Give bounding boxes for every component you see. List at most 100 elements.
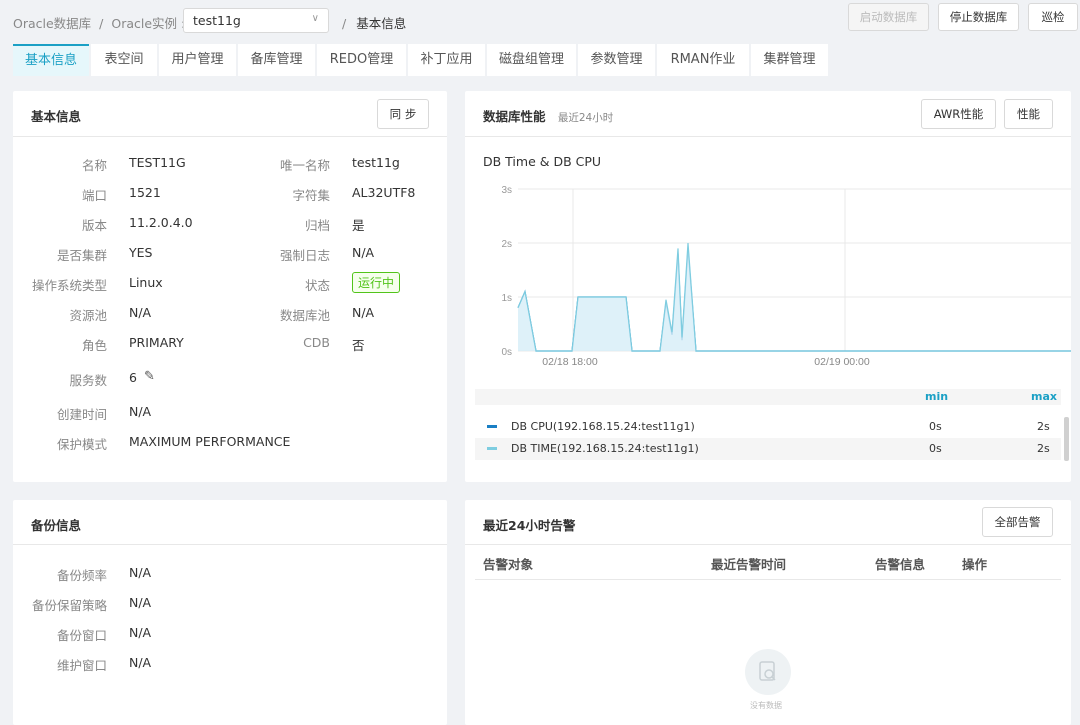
basic-info-title: 基本信息 [31,109,82,124]
x-tick-label: 02/19 00:00 [814,356,870,368]
breadcrumb-current-wrap: / 基本信息 [342,13,406,32]
backup-info-card: 备份信息 备份频率 N/A 备份保留策略 N/A 备份窗口 N/A 维护窗口 N… [13,500,447,725]
os-type-value: Linux [129,275,163,290]
tab-params[interactable]: 参数管理 [578,44,655,76]
legend-name: DB CPU(192.168.15.24:test11g1) [511,420,695,433]
db-pool-label: 数据库池 [279,308,330,323]
backup-freq-value: N/A [129,565,152,580]
tab-rman[interactable]: RMAN作业 [657,44,749,76]
legend-row[interactable]: DB TIME(192.168.15.24:test11g1) 0s 2s [475,438,1061,460]
alerts-card: 最近24小时告警 全部告警 告警对象 最近告警时间 告警信息 操作 没有数据 [465,500,1071,725]
legend-min: 0s [929,442,942,455]
legend-name: DB TIME(192.168.15.24:test11g1) [511,442,699,455]
tab-basic-info[interactable]: 基本信息 [13,44,89,76]
archive-value: 是 [352,218,365,233]
legend-header-row [475,389,1061,405]
services-label: 服务数 [69,373,107,388]
legend-row[interactable]: DB CPU(192.168.15.24:test11g1) 0s 2s [475,417,1061,437]
empty-text: 没有数据 [750,701,782,710]
port-value: 1521 [129,185,161,200]
tab-standby[interactable]: 备库管理 [238,44,315,76]
resource-pool-label: 资源池 [69,308,107,323]
no-data-icon [745,649,791,695]
alerts-title: 最近24小时告警 [483,518,576,533]
legend-min-header: min [925,390,949,403]
instance-select[interactable]: test11g ∨ [183,8,329,33]
breadcrumb-separator: / [99,16,104,31]
maintenance-window-label: 维护窗口 [56,658,107,673]
backup-info-title: 备份信息 [31,518,82,533]
breadcrumb-separator: / [342,16,347,31]
sync-button[interactable]: 同 步 [377,99,429,129]
cdb-label: CDB [303,335,330,350]
edit-icon[interactable]: ✎ [144,369,155,384]
tab-cluster[interactable]: 集群管理 [751,44,828,76]
db-pool-value: N/A [352,305,375,320]
breadcrumb: Oracle数据库 / Oracle实例 : [13,13,185,32]
col-alert-object: 告警对象 [483,557,534,572]
perf-button[interactable]: 性能 [1004,99,1053,129]
status-label: 状态 [304,278,330,293]
created-label: 创建时间 [56,407,107,422]
instance-select-value: test11g [193,13,241,28]
backup-retention-value: N/A [129,595,152,610]
basic-info-card: 基本信息 同 步 名称 TEST11G 端口 1521 版本 11.2.0.4.… [13,91,447,482]
start-db-button[interactable]: 启动数据库 [848,3,929,31]
tab-patch[interactable]: 补丁应用 [408,44,485,76]
y-tick-label: 1s [501,293,512,304]
performance-title: 数据库性能 最近24小时 [483,106,613,125]
backup-window-value: N/A [129,625,152,640]
y-tick-label: 2s [501,239,512,250]
col-alert-info: 告警信息 [875,557,926,572]
col-actions: 操作 [962,557,988,572]
awr-button[interactable]: AWR性能 [921,99,996,129]
unique-name-value: test11g [352,155,400,170]
legend-min: 0s [929,420,942,433]
backup-window-label: 备份窗口 [56,628,107,643]
tab-diskgroup[interactable]: 磁盘组管理 [487,44,576,76]
archive-label: 归档 [304,218,330,233]
breadcrumb-instance-label: Oracle实例 : [111,16,186,31]
role-value: PRIMARY [129,335,184,350]
legend-max: 2s [1037,442,1050,455]
legend-scrollbar[interactable] [1064,417,1069,461]
protect-mode-value: MAXIMUM PERFORMANCE [129,434,291,449]
tab-users[interactable]: 用户管理 [159,44,236,76]
version-label: 版本 [81,218,107,233]
breadcrumb-current: 基本信息 [356,16,407,31]
tab-redo[interactable]: REDO管理 [317,44,406,76]
chart-title: DB Time & DB CPU [483,154,602,169]
legend-swatch-time [487,447,497,450]
backup-freq-label: 备份频率 [56,568,107,583]
chevron-down-icon: ∨ [311,13,319,24]
cluster-value: YES [129,245,153,260]
status-badge: 运行中 [352,272,401,293]
db-time-chart: 3s 2s 1s 0s 02/18 18:00 02/19 00:00 [501,185,1071,368]
name-label: 名称 [81,158,107,173]
charset-value: AL32UTF8 [352,185,416,200]
y-tick-label: 0s [501,347,512,358]
role-label: 角色 [81,338,107,353]
name-value: TEST11G [129,155,186,170]
protect-mode-label: 保护模式 [56,437,107,452]
stop-db-button[interactable]: 停止数据库 [938,3,1019,31]
force-logging-value: N/A [352,245,375,260]
breadcrumb-db[interactable]: Oracle数据库 [13,16,91,31]
y-tick-label: 3s [501,185,512,196]
port-label: 端口 [81,188,107,203]
legend-max-header: max [1031,390,1057,403]
performance-title-text: 数据库性能 [483,109,546,124]
unique-name-label: 唯一名称 [279,158,330,173]
inspect-button[interactable]: 巡检 [1028,3,1078,31]
tab-tablespace[interactable]: 表空间 [91,44,157,76]
version-value: 11.2.0.4.0 [129,215,193,230]
x-tick-label: 02/18 18:00 [542,356,598,368]
force-logging-label: 强制日志 [279,248,330,263]
performance-subtitle: 最近24小时 [557,112,614,124]
backup-retention-label: 备份保留策略 [31,598,107,613]
resource-pool-value: N/A [129,305,152,320]
cdb-value: 否 [352,338,365,353]
cluster-label: 是否集群 [56,248,107,263]
all-alerts-button[interactable]: 全部告警 [982,507,1053,537]
performance-card: 数据库性能 最近24小时 AWR性能 性能 DB Time & DB CPU 3… [465,91,1071,482]
